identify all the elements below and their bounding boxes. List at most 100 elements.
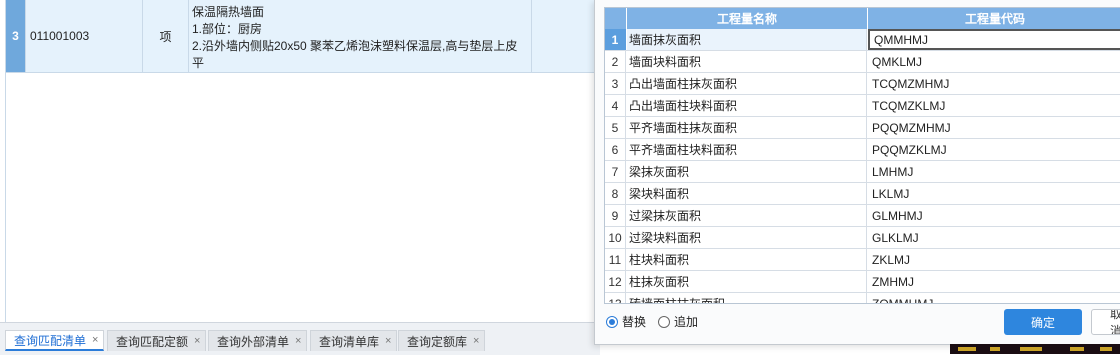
table-row[interactable]: 11 柱块料面积 ZKLMJ <box>605 249 1120 271</box>
quantity-name[interactable]: 凸出墙面柱块料面积 <box>627 95 867 116</box>
tab-close-icon[interactable]: × <box>473 335 479 347</box>
table-row[interactable]: 9 过梁抹灰面积 GLMHMJ <box>605 205 1120 227</box>
header-corner <box>605 8 627 29</box>
quantity-name[interactable]: 梁抹灰面积 <box>627 161 867 182</box>
radio-label: 追加 <box>674 315 699 329</box>
table-row[interactable]: 4 凸出墙面柱块料面积 TCQMZKLMJ <box>605 95 1120 117</box>
quantity-name[interactable]: 砖墙面柱抹灰面积 <box>627 293 867 303</box>
description-line: 保温隔热墙面 <box>192 5 265 19</box>
quantity-code[interactable]: ZKLMJ <box>868 249 1120 270</box>
row-number: 10 <box>605 227 626 248</box>
quantity-code[interactable]: GLKLMJ <box>868 227 1120 248</box>
item-description[interactable]: 保温隔热墙面 1.部位：厨房 2.沿外墙内侧贴20x50 聚苯乙烯泡沫塑料保温层… <box>189 0 532 72</box>
tab-query-external-bill[interactable]: 查询外部清单 × <box>208 330 308 351</box>
row-number[interactable]: 3 <box>6 0 26 72</box>
cad-mark <box>990 347 1000 351</box>
bottom-tab-strip: 查询匹配清单 × 查询匹配定额 × 查询外部清单 × 查询清单库 × 查询定额库… <box>0 322 600 355</box>
quantity-code[interactable]: LKLMJ <box>868 183 1120 204</box>
radio-unchecked-icon[interactable] <box>658 315 671 328</box>
row-number: 3 <box>605 73 626 94</box>
table-row[interactable]: 5 平齐墙面柱抹灰面积 PQQMZMHMJ <box>605 117 1120 139</box>
tab-query-quota-library[interactable]: 查询定额库 × <box>398 330 486 351</box>
quantity-name[interactable]: 过梁抹灰面积 <box>627 205 867 226</box>
row-number: 6 <box>605 139 626 160</box>
tab-close-icon[interactable]: × <box>194 335 200 347</box>
cad-mark <box>1100 347 1112 351</box>
cad-mark <box>1020 347 1042 351</box>
quantity-code-dialog: 工程量名称 工程量代码 1 墙面抹灰面积 QMMHMJ 2 墙面块料面积 QMK… <box>594 0 1120 345</box>
row-number: 2 <box>605 51 626 72</box>
table-row[interactable]: 7 梁抹灰面积 LMHMJ <box>605 161 1120 183</box>
grid-header: 工程量名称 工程量代码 <box>605 8 1120 29</box>
quantity-code[interactable]: ZQMMHMJ <box>868 293 1120 304</box>
row-number: 8 <box>605 183 626 204</box>
quantity-code[interactable]: PQQMZKLMJ <box>868 139 1120 160</box>
table-row[interactable]: 6 平齐墙面柱块料面积 PQQMZKLMJ <box>605 139 1120 161</box>
radio-checked-icon[interactable] <box>606 315 618 328</box>
row-number: 12 <box>605 271 626 292</box>
description-line: 2.沿外墙内侧贴20x50 聚苯乙烯泡沫塑料保温层,高与垫层上皮 <box>192 39 518 53</box>
tab-label: 查询匹配清单 <box>14 333 87 348</box>
tab-query-match-quota[interactable]: 查询匹配定额 × <box>107 330 207 351</box>
quantity-code[interactable]: ZMHMJ <box>868 271 1120 292</box>
quantity-name[interactable]: 柱块料面积 <box>627 249 867 270</box>
tab-label: 查询定额库 <box>407 334 468 349</box>
quantity-name[interactable]: 墙面块料面积 <box>627 51 867 72</box>
quantity-name[interactable]: 平齐墙面柱块料面积 <box>627 139 867 160</box>
quantity-name[interactable]: 过梁块料面积 <box>627 227 867 248</box>
item-extra-cell[interactable] <box>532 0 600 72</box>
row-number: 7 <box>605 161 626 182</box>
table-row[interactable]: 3 011001003 项 保温隔热墙面 1.部位：厨房 2.沿外墙内侧贴20x… <box>6 0 600 73</box>
quantity-code[interactable]: LMHMJ <box>868 161 1120 182</box>
cancel-button[interactable]: 取消 <box>1091 309 1120 335</box>
table-row[interactable]: 12 柱抹灰面积 ZMHMJ <box>605 271 1120 293</box>
quantity-name[interactable]: 墙面抹灰面积 <box>627 29 867 50</box>
quantity-code[interactable]: QMKLMJ <box>868 51 1120 72</box>
quantity-name[interactable]: 凸出墙面柱抹灰面积 <box>627 73 867 94</box>
table-row[interactable]: 10 过梁块料面积 GLKLMJ <box>605 227 1120 249</box>
quantity-grid[interactable]: 工程量名称 工程量代码 1 墙面抹灰面积 QMMHMJ 2 墙面块料面积 QMK… <box>604 7 1120 304</box>
tab-query-match-bill[interactable]: 查询匹配清单 × <box>5 330 105 351</box>
quantity-name[interactable]: 柱抹灰面积 <box>627 271 867 292</box>
row-number: 13 <box>605 293 626 303</box>
quantity-code[interactable]: QMMHMJ <box>868 29 1120 50</box>
tab-label: 查询清单库 <box>319 334 380 349</box>
tab-close-icon[interactable]: × <box>385 335 391 347</box>
description-line: 1.部位：厨房 <box>192 22 263 36</box>
row-number: 1 <box>605 29 626 50</box>
cad-mark <box>1070 347 1084 351</box>
table-row[interactable]: 13 砖墙面柱抹灰面积 ZQMMHMJ <box>605 293 1120 304</box>
ok-button[interactable]: 确定 <box>1004 309 1082 335</box>
tab-label: 查询外部清单 <box>217 334 290 349</box>
quantity-code[interactable]: TCQMZKLMJ <box>868 95 1120 116</box>
description-line: 平 <box>192 56 205 70</box>
column-header-name[interactable]: 工程量名称 <box>627 8 868 29</box>
table-row[interactable]: 8 梁块料面积 LKLMJ <box>605 183 1120 205</box>
quantity-code[interactable]: GLMHMJ <box>868 205 1120 226</box>
tab-close-icon[interactable]: × <box>92 334 98 346</box>
row-number: 9 <box>605 205 626 226</box>
column-header-code[interactable]: 工程量代码 <box>868 8 1120 29</box>
tab-close-icon[interactable]: × <box>295 335 301 347</box>
quantity-code[interactable]: PQQMZMHMJ <box>868 117 1120 138</box>
bill-list-area: 3 011001003 项 保温隔热墙面 1.部位：厨房 2.沿外墙内侧贴20x… <box>0 0 600 322</box>
item-unit[interactable]: 项 <box>143 0 189 72</box>
background-cad-strip <box>950 344 1120 354</box>
quantity-name[interactable]: 梁块料面积 <box>627 183 867 204</box>
row-number: 4 <box>605 95 626 116</box>
table-row[interactable]: 2 墙面块料面积 QMKLMJ <box>605 51 1120 73</box>
quantity-name[interactable]: 平齐墙面柱抹灰面积 <box>627 117 867 138</box>
tab-label: 查询匹配定额 <box>116 334 189 349</box>
cad-mark <box>958 347 976 351</box>
radio-replace[interactable]: 替换 <box>606 313 646 330</box>
insert-mode-radios: 替换 追加 <box>606 313 710 330</box>
row-number: 11 <box>605 249 626 270</box>
row-number: 5 <box>605 117 626 138</box>
item-code[interactable]: 011001003 <box>26 0 143 72</box>
table-row[interactable]: 3 凸出墙面柱抹灰面积 TCQMZMHMJ <box>605 73 1120 95</box>
radio-label: 替换 <box>622 315 647 329</box>
radio-append[interactable]: 追加 <box>658 313 698 330</box>
tab-query-bill-library[interactable]: 查询清单库 × <box>310 330 398 351</box>
table-row[interactable]: 1 墙面抹灰面积 QMMHMJ <box>605 29 1120 51</box>
quantity-code[interactable]: TCQMZMHMJ <box>868 73 1120 94</box>
